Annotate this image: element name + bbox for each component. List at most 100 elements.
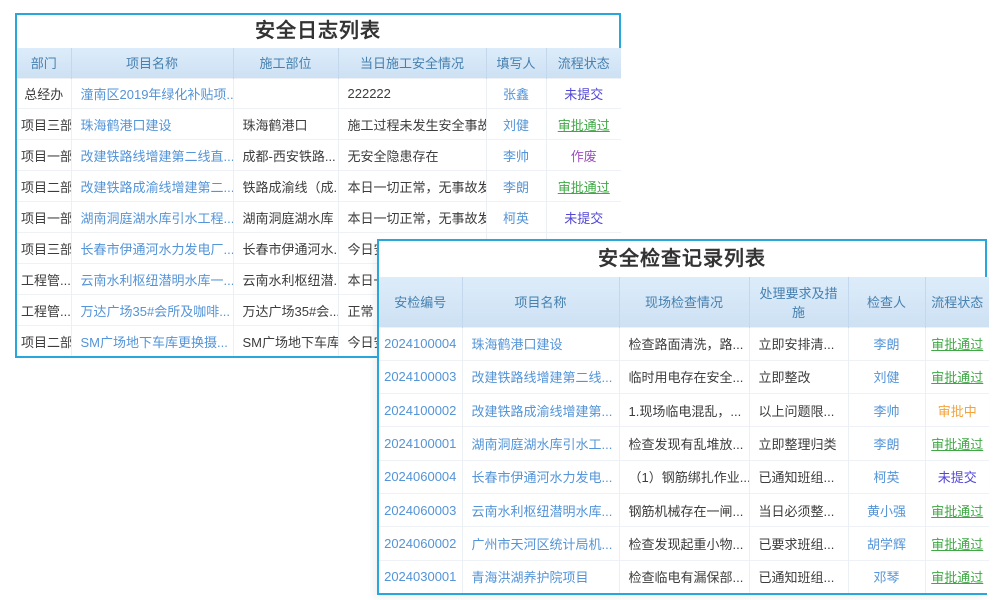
table-row: 2024100003 改建铁路线增建第二线... 临时用电存在安全... 立即整… — [379, 360, 989, 393]
inspector-link[interactable]: 柯英 — [848, 460, 925, 493]
check-id-link[interactable]: 2024100001 — [379, 427, 462, 460]
measure-cell: 立即安排清... — [749, 327, 848, 360]
part-cell — [233, 78, 338, 109]
safety-log-header-row: 部门 项目名称 施工部位 当日施工安全情况 填写人 流程状态 — [17, 48, 621, 78]
project-link[interactable]: 广州市天河区统计局机... — [462, 527, 619, 560]
scene-cell: 钢筋机械存在一闸... — [619, 494, 749, 527]
inspector-link[interactable]: 刘健 — [848, 360, 925, 393]
table-row: 2024100004 珠海鹤港口建设 检查路面清洗，路... 立即安排清... … — [379, 327, 989, 360]
part-cell: 湖南洞庭湖水库 — [233, 202, 338, 233]
col-header-situation: 当日施工安全情况 — [338, 48, 486, 78]
col-header-part: 施工部位 — [233, 48, 338, 78]
dept-cell: 项目二部 — [17, 171, 71, 202]
check-id-link[interactable]: 2024060004 — [379, 460, 462, 493]
check-id-link[interactable]: 2024060003 — [379, 494, 462, 527]
measure-cell: 已通知班组... — [749, 460, 848, 493]
writer-link[interactable]: 李帅 — [486, 140, 546, 171]
dept-cell: 项目二部 — [17, 326, 71, 356]
check-id-link[interactable]: 2024100003 — [379, 360, 462, 393]
writer-link[interactable]: 张鑫 — [486, 78, 546, 109]
safety-log-title: 安全日志列表 — [17, 15, 619, 48]
table-row: 项目三部 珠海鹤港口建设 珠海鹤港口 施工过程未发生安全事故... 刘健 审批通… — [17, 109, 621, 140]
inspection-record-panel: 安全检查记录列表 安检编号 项目名称 现场检查情况 处理要求及措施 检查人 流程… — [377, 239, 987, 595]
col-header-project: 项目名称 — [71, 48, 233, 78]
project-link[interactable]: 云南水利枢纽潜明水库一... — [71, 264, 233, 295]
project-link[interactable]: SM广场地下车库更换摄... — [71, 326, 233, 356]
writer-link[interactable]: 李朗 — [486, 171, 546, 202]
situation-cell: 无安全隐患存在 — [338, 140, 486, 171]
scene-cell: 检查临电有漏保部... — [619, 560, 749, 593]
table-row: 2024100001 湖南洞庭湖水库引水工... 检查发现有乱堆放... 立即整… — [379, 427, 989, 460]
project-link[interactable]: 改建铁路线增建第二线直... — [71, 140, 233, 171]
status-badge[interactable]: 未提交 — [546, 202, 621, 233]
part-cell: 珠海鹤港口 — [233, 109, 338, 140]
col-header-inspector: 检查人 — [848, 277, 925, 327]
col-header-writer: 填写人 — [486, 48, 546, 78]
status-badge[interactable]: 审批通过 — [925, 560, 989, 593]
status-badge[interactable]: 审批通过 — [925, 360, 989, 393]
col-header-scene: 现场检查情况 — [619, 277, 749, 327]
situation-cell: 本日一切正常，无事故发... — [338, 171, 486, 202]
check-id-link[interactable]: 2024100002 — [379, 394, 462, 427]
check-id-link[interactable]: 2024030001 — [379, 560, 462, 593]
project-link[interactable]: 云南水利枢纽潜明水库... — [462, 494, 619, 527]
project-link[interactable]: 青海洪湖养护院项目 — [462, 560, 619, 593]
scene-cell: 检查发现起重小物... — [619, 527, 749, 560]
inspector-link[interactable]: 李朗 — [848, 427, 925, 460]
table-row: 项目二部 改建铁路成渝线增建第二... 铁路成渝线（成... 本日一切正常，无事… — [17, 171, 621, 202]
project-link[interactable]: 珠海鹤港口建设 — [71, 109, 233, 140]
status-badge[interactable]: 作废 — [546, 140, 621, 171]
status-badge[interactable]: 审批通过 — [925, 427, 989, 460]
inspector-link[interactable]: 邓琴 — [848, 560, 925, 593]
project-link[interactable]: 改建铁路成渝线增建第... — [462, 394, 619, 427]
dept-cell: 工程管... — [17, 295, 71, 326]
writer-link[interactable]: 柯英 — [486, 202, 546, 233]
col-header-measure: 处理要求及措施 — [749, 277, 848, 327]
scene-cell: 检查路面清洗，路... — [619, 327, 749, 360]
project-link[interactable]: 万达广场35#会所及咖啡... — [71, 295, 233, 326]
dept-cell: 工程管... — [17, 264, 71, 295]
project-link[interactable]: 潼南区2019年绿化补贴项... — [71, 78, 233, 109]
scene-cell: （1）钢筋绑扎作业... — [619, 460, 749, 493]
inspector-link[interactable]: 李朗 — [848, 327, 925, 360]
project-link[interactable]: 改建铁路成渝线增建第二... — [71, 171, 233, 202]
measure-cell: 立即整改 — [749, 360, 848, 393]
project-link[interactable]: 长春市伊通河水力发电... — [462, 460, 619, 493]
col-header-check-id: 安检编号 — [379, 277, 462, 327]
dept-cell: 项目三部 — [17, 109, 71, 140]
measure-cell: 已要求班组... — [749, 527, 848, 560]
measure-cell: 以上问题限... — [749, 394, 848, 427]
dept-cell: 项目一部 — [17, 202, 71, 233]
inspector-link[interactable]: 胡学辉 — [848, 527, 925, 560]
status-badge[interactable]: 未提交 — [925, 460, 989, 493]
status-badge[interactable]: 审批通过 — [546, 109, 621, 140]
table-row: 2024030001 青海洪湖养护院项目 检查临电有漏保部... 已通知班组..… — [379, 560, 989, 593]
status-badge[interactable]: 审批通过 — [925, 327, 989, 360]
status-badge[interactable]: 审批中 — [925, 394, 989, 427]
measure-cell: 当日必须整... — [749, 494, 848, 527]
inspection-record-table: 安检编号 项目名称 现场检查情况 处理要求及措施 检查人 流程状态 202410… — [379, 277, 989, 593]
check-id-link[interactable]: 2024060002 — [379, 527, 462, 560]
inspector-link[interactable]: 李帅 — [848, 394, 925, 427]
writer-link[interactable]: 刘健 — [486, 109, 546, 140]
part-cell: 成都-西安铁路... — [233, 140, 338, 171]
measure-cell: 立即整理归类 — [749, 427, 848, 460]
table-row: 项目一部 改建铁路线增建第二线直... 成都-西安铁路... 无安全隐患存在 李… — [17, 140, 621, 171]
dept-cell: 项目三部 — [17, 233, 71, 264]
project-link[interactable]: 珠海鹤港口建设 — [462, 327, 619, 360]
inspection-record-title: 安全检查记录列表 — [379, 241, 985, 277]
status-badge[interactable]: 审批通过 — [546, 171, 621, 202]
table-row: 项目一部 湖南洞庭湖水库引水工程... 湖南洞庭湖水库 本日一切正常，无事故发.… — [17, 202, 621, 233]
situation-cell: 222222 — [338, 78, 486, 109]
project-link[interactable]: 长春市伊通河水力发电厂... — [71, 233, 233, 264]
check-id-link[interactable]: 2024100004 — [379, 327, 462, 360]
project-link[interactable]: 湖南洞庭湖水库引水工... — [462, 427, 619, 460]
project-link[interactable]: 湖南洞庭湖水库引水工程... — [71, 202, 233, 233]
project-link[interactable]: 改建铁路线增建第二线... — [462, 360, 619, 393]
status-badge[interactable]: 未提交 — [546, 78, 621, 109]
inspector-link[interactable]: 黄小强 — [848, 494, 925, 527]
part-cell: 铁路成渝线（成... — [233, 171, 338, 202]
status-badge[interactable]: 审批通过 — [925, 527, 989, 560]
status-badge[interactable]: 审批通过 — [925, 494, 989, 527]
scene-cell: 检查发现有乱堆放... — [619, 427, 749, 460]
